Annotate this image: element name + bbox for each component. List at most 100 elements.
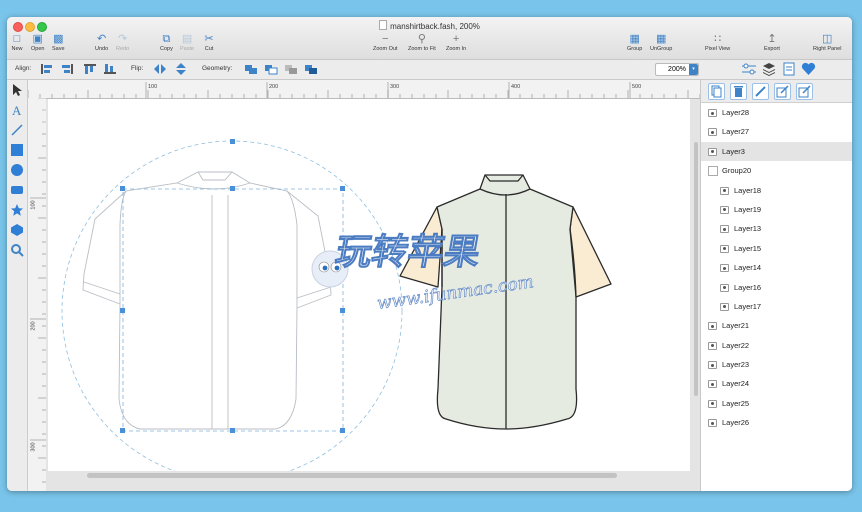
undo-button[interactable]: ↶ Undo xyxy=(95,33,108,52)
copy-button[interactable]: ⧉ Copy xyxy=(160,33,173,52)
eye-icon[interactable] xyxy=(708,399,717,408)
eye-icon[interactable] xyxy=(720,186,729,195)
layer-row[interactable]: Layer18 xyxy=(701,181,852,200)
eye-icon[interactable] xyxy=(720,244,729,253)
export-layer-icon[interactable] xyxy=(774,83,791,100)
rectangle-tool-icon[interactable] xyxy=(10,143,24,157)
layer-row[interactable]: Layer13 xyxy=(701,219,852,238)
layer-row[interactable]: Layer26 xyxy=(701,413,852,432)
horizontal-scrollbar[interactable] xyxy=(87,473,617,478)
eye-icon[interactable] xyxy=(708,128,717,137)
open-button[interactable]: ▣ Open xyxy=(31,33,44,52)
flip-label: Flip: xyxy=(131,65,144,72)
layer-row[interactable]: Layer28 xyxy=(701,103,852,122)
align-bottom-icon[interactable] xyxy=(103,63,117,75)
zoom-out-button[interactable]: − Zoom Out xyxy=(373,33,397,52)
geometry-union-icon[interactable] xyxy=(244,63,258,75)
trash-icon[interactable] xyxy=(730,83,747,100)
resize-handle-s[interactable] xyxy=(230,428,235,433)
eye-icon[interactable] xyxy=(720,302,729,311)
paste-button[interactable]: ▤ Paste xyxy=(180,33,194,52)
window-title-text: manshirtback.fash, 200% xyxy=(390,22,480,31)
eye-icon[interactable] xyxy=(708,109,717,117)
page-icon[interactable] xyxy=(783,62,795,76)
artboard[interactable]: 玩转苹果 www.ifunmac.com xyxy=(48,99,690,482)
pointer-tool-icon[interactable] xyxy=(10,83,24,97)
resize-handle-w[interactable] xyxy=(120,308,125,313)
pixel-view-button[interactable]: ∷ Pixel View xyxy=(705,33,730,52)
paste-label: Paste xyxy=(180,46,195,52)
heart-icon[interactable] xyxy=(801,62,816,76)
horizontal-ruler: 100 200 300 400 500 xyxy=(28,80,700,99)
cut-button[interactable]: ✂ Cut xyxy=(203,33,215,52)
resize-handle-e[interactable] xyxy=(340,308,345,313)
layer-row[interactable]: Layer15 xyxy=(701,239,852,258)
eye-icon[interactable] xyxy=(708,322,717,331)
pen-icon[interactable] xyxy=(752,83,769,100)
flip-horizontal-icon[interactable] xyxy=(153,63,167,75)
flip-vertical-icon[interactable] xyxy=(174,63,188,75)
layer-row[interactable]: Layer21 xyxy=(701,316,852,335)
align-left-icon[interactable] xyxy=(40,63,54,75)
import-layer-icon[interactable] xyxy=(796,83,813,100)
layer-row[interactable]: Layer24 xyxy=(701,374,852,393)
eye-icon[interactable] xyxy=(720,205,729,214)
eye-icon[interactable] xyxy=(708,147,717,156)
layer-row[interactable]: Layer17 xyxy=(701,297,852,316)
eye-icon[interactable] xyxy=(720,264,729,273)
zoom-in-button[interactable]: + Zoom In xyxy=(446,33,466,52)
duplicate-layer-icon[interactable] xyxy=(708,83,725,100)
new-button[interactable]: □ New xyxy=(11,33,23,52)
layer-row[interactable]: Layer3 xyxy=(701,141,852,162)
rounded-rect-tool-icon[interactable] xyxy=(10,183,24,197)
group-button[interactable]: ▦ Group xyxy=(627,33,642,52)
vertical-scrollbar[interactable] xyxy=(694,142,698,396)
zoom-select[interactable]: 200% ▾ xyxy=(655,63,699,76)
line-tool-icon[interactable] xyxy=(10,123,24,137)
align-right-icon[interactable] xyxy=(60,63,74,75)
redo-button[interactable]: ↷ Redo xyxy=(116,33,129,52)
layer-row[interactable]: Layer23 xyxy=(701,355,852,374)
geometry-exclude-icon[interactable] xyxy=(304,63,318,75)
align-label: Align: xyxy=(15,65,32,72)
save-button[interactable]: ▩ Save xyxy=(52,33,65,52)
shirt-outline-front[interactable] xyxy=(82,171,332,430)
resize-handle-nw[interactable] xyxy=(120,186,125,191)
drawing-surface[interactable]: 玩转苹果 www.ifunmac.com xyxy=(48,99,690,482)
zoom-tool-icon[interactable] xyxy=(10,243,24,257)
sliders-icon[interactable] xyxy=(741,63,757,76)
ungroup-button[interactable]: ▦ UnGroup xyxy=(650,33,672,52)
export-button[interactable]: ↥ Export xyxy=(764,33,780,52)
layer-row[interactable]: Layer16 xyxy=(701,278,852,297)
text-tool-icon[interactable]: A xyxy=(10,103,24,117)
layer-row[interactable]: Layer14 xyxy=(701,258,852,277)
resize-handle-se[interactable] xyxy=(340,428,345,433)
chevron-down-icon: ▾ xyxy=(689,64,698,75)
eye-icon[interactable] xyxy=(708,361,717,370)
layer-row[interactable]: Layer25 xyxy=(701,394,852,413)
geometry-intersect-icon[interactable] xyxy=(284,63,298,75)
layer-row[interactable]: Group20 xyxy=(701,161,852,180)
star-tool-icon[interactable] xyxy=(10,203,24,217)
right-panel-button[interactable]: ◫ Right Panel xyxy=(813,33,841,52)
polygon-tool-icon[interactable] xyxy=(10,223,24,237)
eye-icon[interactable] xyxy=(720,283,729,292)
layer-name: Layer3 xyxy=(722,146,745,156)
eye-icon[interactable] xyxy=(720,225,729,234)
align-top-icon[interactable] xyxy=(83,63,97,75)
eye-icon[interactable] xyxy=(708,341,717,350)
resize-handle-ne[interactable] xyxy=(340,186,345,191)
geometry-subtract-icon[interactable] xyxy=(264,63,278,75)
eye-icon[interactable] xyxy=(708,419,717,428)
zoom-fit-button[interactable]: ⚲ Zoom to Fit xyxy=(408,33,436,52)
ellipse-tool-icon[interactable] xyxy=(10,163,24,177)
eye-icon[interactable] xyxy=(708,380,717,389)
resize-handle-n[interactable] xyxy=(230,186,235,191)
layers-icon[interactable] xyxy=(762,62,776,76)
group-checkbox-icon[interactable] xyxy=(708,166,718,177)
layer-row[interactable]: Layer22 xyxy=(701,336,852,355)
resize-handle-sw[interactable] xyxy=(120,428,125,433)
layer-row[interactable]: Layer27 xyxy=(701,122,852,141)
rotate-handle[interactable] xyxy=(230,139,235,144)
layer-row[interactable]: Layer19 xyxy=(701,200,852,219)
